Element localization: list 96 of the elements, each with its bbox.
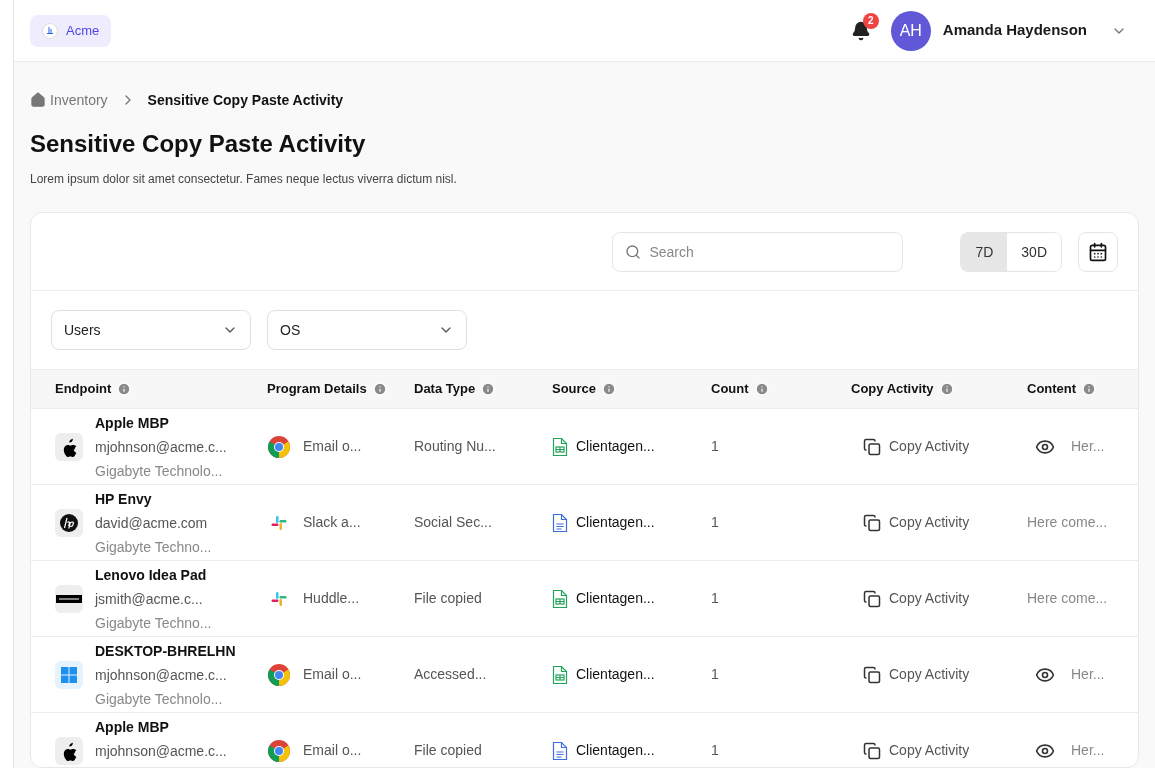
copy-activity-link[interactable]: Copy Activity: [863, 436, 970, 457]
device-vendor: Gigabyte Technolo...: [95, 461, 224, 480]
source-file: Clientagen...: [576, 513, 655, 532]
slack-logo-icon: [271, 590, 287, 607]
breadcrumb-link[interactable]: Inventory: [50, 90, 108, 110]
data-type: Social Sec...: [414, 514, 492, 530]
column-header: Count: [711, 380, 749, 399]
notification-count: 2: [862, 12, 879, 29]
info-icon[interactable]: [117, 382, 132, 396]
device-vendor: Gigabyte Techno...: [95, 613, 212, 632]
user-email: mjohnson@acme.c...: [95, 665, 228, 684]
spreadsheet-file-icon: [552, 436, 568, 457]
device-name: Apple MBP: [95, 717, 170, 736]
calendar-button[interactable]: [1078, 231, 1118, 272]
copy-activity-link[interactable]: Copy Activity: [863, 740, 970, 761]
lenovo-logo-icon: [55, 584, 83, 613]
column-header: Source: [552, 380, 597, 399]
program-detail: Email o...: [303, 741, 362, 760]
search-icon: [625, 243, 642, 260]
chrome-logo-icon: [267, 662, 291, 687]
column-header: Content: [1027, 380, 1077, 399]
page-title: Sensitive Copy Paste Activity: [30, 129, 367, 159]
spreadsheet-file-icon: [552, 664, 568, 685]
column-header: Endpoint: [55, 380, 112, 399]
copy-activity-link[interactable]: Copy Activity: [863, 588, 970, 609]
brand-logo-icon: [42, 22, 58, 39]
brand-button[interactable]: Acme: [30, 14, 112, 47]
calendar-icon: [1088, 241, 1108, 262]
source-file: Clientagen...: [576, 437, 655, 456]
range-tab[interactable]: 7D: [961, 232, 1008, 271]
document-file-icon: [552, 740, 568, 761]
content-preview: Here come...: [1027, 589, 1108, 608]
user-email: mjohnson@acme.c...: [95, 741, 227, 760]
filter-dropdown[interactable]: Users: [51, 310, 251, 350]
spreadsheet-file-icon: [552, 588, 568, 609]
device-name: DESKTOP-BHRELHN: [95, 641, 236, 660]
count: 1: [711, 514, 719, 530]
copy-activity-link[interactable]: Copy Activity: [863, 512, 970, 533]
user-name: Amanda Haydenson: [942, 20, 1087, 41]
content-preview: Here come...: [1027, 513, 1108, 532]
hp-logo-icon: [55, 508, 83, 537]
content-preview: Her...: [1071, 741, 1105, 760]
user-email: jsmith@acme.c...: [95, 589, 204, 608]
info-icon[interactable]: [754, 382, 769, 396]
device-name: Lenovo Idea Pad: [95, 565, 208, 584]
column-header: Program Details: [267, 380, 367, 399]
source-file: Clientagen...: [576, 589, 655, 608]
count: 1: [711, 666, 719, 682]
count: 1: [711, 590, 719, 606]
program-detail: Email o...: [303, 665, 362, 684]
source-file: Clientagen...: [576, 665, 655, 684]
info-icon[interactable]: [481, 382, 496, 396]
chrome-logo-icon: [267, 738, 291, 763]
windows-logo-icon: [55, 660, 83, 689]
program-detail: Huddle...: [303, 589, 360, 608]
document-file-icon: [552, 512, 568, 533]
apple-logo-icon: [55, 432, 83, 461]
copy-icon: [863, 665, 881, 684]
device-vendor: Gigabyte Techno...: [95, 537, 212, 556]
content-preview: Her...: [1071, 665, 1105, 684]
page-subtitle: Lorem ipsum dolor sit amet consectetur. Fames neque lectus viverra dictum nisl.: [30, 171, 458, 188]
search-field[interactable]: Search: [612, 231, 904, 272]
device-name: HP Envy: [95, 489, 153, 508]
slack-logo-icon: [271, 514, 287, 531]
info-icon[interactable]: [939, 382, 954, 396]
device-vendor: Gigabyte Technolo...: [95, 689, 224, 708]
column-header: Copy Activity: [851, 380, 934, 399]
search-input[interactable]: Search: [649, 241, 891, 262]
data-type: Accessed...: [414, 666, 487, 682]
content-preview: Her...: [1071, 437, 1105, 456]
breadcrumb-link[interactable]: Sensitive Copy Paste Activity: [147, 90, 344, 110]
filter-dropdown[interactable]: OS: [267, 310, 467, 350]
copy-icon: [863, 513, 881, 532]
column-header: Data Type: [414, 380, 476, 399]
apple-logo-icon: [55, 736, 83, 765]
copy-icon: [863, 741, 881, 760]
info-icon[interactable]: [1082, 382, 1097, 396]
data-type: Routing Nu...: [414, 438, 496, 454]
count: 1: [711, 742, 719, 758]
count: 1: [711, 438, 719, 454]
copy-icon: [863, 437, 881, 456]
chrome-logo-icon: [267, 434, 291, 459]
copy-activity-link[interactable]: Copy Activity: [863, 664, 970, 685]
info-icon[interactable]: [602, 382, 617, 396]
user-email: mjohnson@acme.c...: [95, 437, 227, 456]
user-email: david@acme.com: [95, 513, 209, 532]
copy-icon: [863, 589, 881, 608]
program-detail: Slack a...: [303, 513, 361, 532]
data-type: File copied: [414, 742, 482, 758]
program-detail: Email o...: [303, 437, 362, 456]
user-avatar[interactable]: AH: [890, 10, 931, 51]
source-file: Clientagen...: [576, 741, 655, 760]
home-icon: [30, 92, 46, 108]
data-type: File copied: [414, 590, 482, 606]
info-icon[interactable]: [372, 382, 387, 396]
device-name: Apple MBP: [95, 413, 170, 432]
